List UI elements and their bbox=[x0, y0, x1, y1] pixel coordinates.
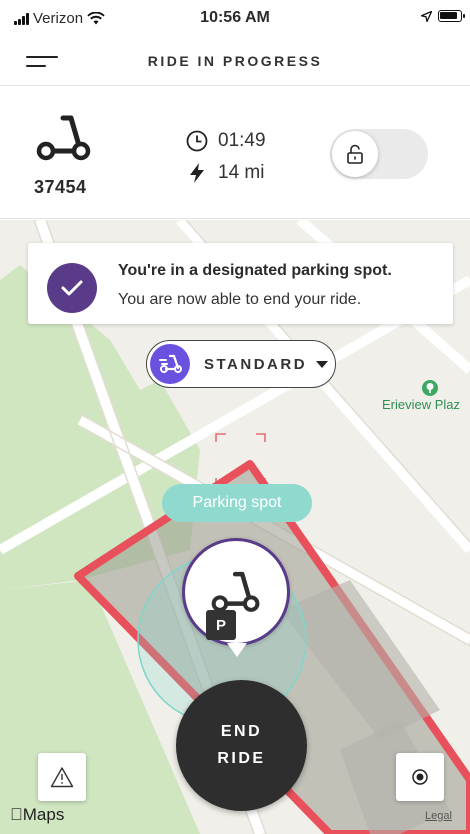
location-target-icon bbox=[412, 769, 428, 785]
apple-logo-icon:  bbox=[10, 805, 23, 824]
clock-icon bbox=[186, 130, 208, 152]
legal-link[interactable]: Legal bbox=[425, 810, 452, 822]
poi-label: Erieview Plaz bbox=[382, 397, 461, 412]
ride-range: 14 mi bbox=[186, 157, 266, 189]
ride-mode-selector[interactable]: STANDARD bbox=[146, 340, 336, 388]
location-arrow-icon bbox=[421, 10, 432, 22]
app-header: RIDE IN PROGRESS bbox=[0, 38, 470, 86]
maps-brand-label: Maps bbox=[10, 805, 65, 824]
lightning-icon bbox=[190, 163, 204, 183]
ride-stats: 01:49 14 mi bbox=[186, 125, 266, 189]
maps-brand: Maps bbox=[10, 805, 64, 825]
duration-value: 01:49 bbox=[218, 130, 266, 151]
check-icon bbox=[47, 263, 97, 313]
mode-label: STANDARD bbox=[204, 355, 308, 373]
notice-title: You're in a designated parking spot. bbox=[118, 262, 392, 279]
range-value: 14 mi bbox=[218, 162, 265, 183]
parking-spot-tooltip: Parking spot bbox=[162, 484, 312, 522]
page-title: RIDE IN PROGRESS bbox=[147, 53, 323, 69]
tree-icon bbox=[422, 380, 438, 396]
warning-icon bbox=[50, 767, 74, 788]
padlock-icon bbox=[347, 144, 363, 164]
end-ride-button[interactable]: END RIDE bbox=[176, 680, 307, 811]
ride-duration: 01:49 bbox=[186, 125, 266, 157]
scooter-icon bbox=[211, 571, 260, 612]
vehicle-id: 37454 bbox=[34, 177, 87, 197]
end-ride-label-line1: END bbox=[220, 723, 263, 740]
scooter-speed-icon bbox=[150, 344, 190, 384]
pin-pointer bbox=[227, 643, 247, 657]
end-ride-label-line2: RIDE bbox=[217, 750, 266, 767]
notice-body: You are now able to end your ride. bbox=[118, 291, 362, 308]
scooter-map-pin[interactable] bbox=[182, 538, 290, 646]
map-view[interactable]: You're in a designated parking spot. You… bbox=[0, 220, 470, 834]
parking-badge: P bbox=[206, 610, 236, 640]
scooter-icon bbox=[36, 115, 91, 161]
status-time: 10:56 AM bbox=[200, 9, 270, 26]
lock-toggle[interactable] bbox=[330, 129, 428, 179]
ride-info-panel: 37454 01:49 14 mi bbox=[0, 87, 470, 219]
status-bar: Verizon 10:56 AM bbox=[0, 0, 470, 38]
report-issue-button[interactable] bbox=[38, 753, 86, 801]
battery-icon bbox=[438, 10, 465, 22]
locate-me-button[interactable] bbox=[396, 753, 444, 801]
chevron-down-icon bbox=[316, 360, 329, 368]
parking-notice-card: You're in a designated parking spot. You… bbox=[28, 243, 453, 324]
